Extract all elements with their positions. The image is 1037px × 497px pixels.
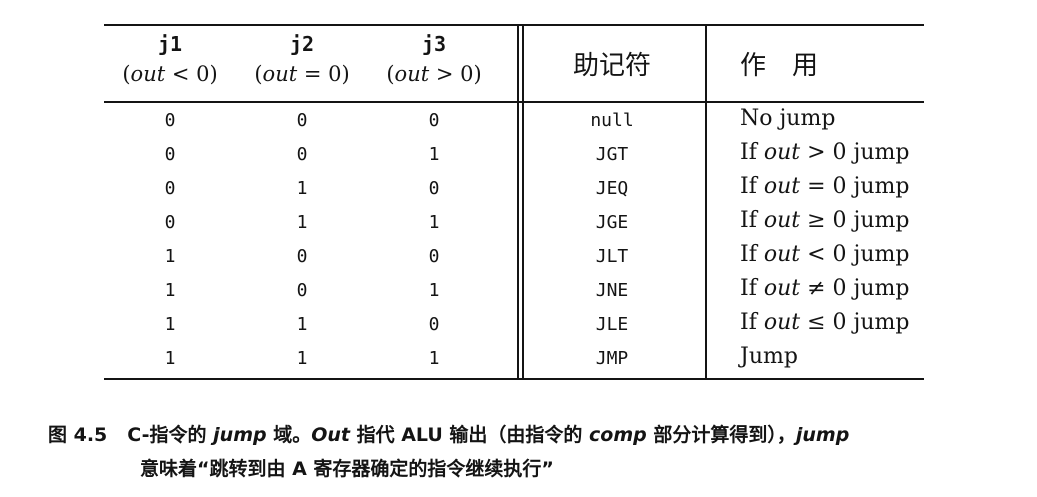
j3-cell: 1 — [428, 280, 440, 301]
header-mnemonic: 助记符 — [572, 51, 652, 81]
effect-cell: If out < 0 jump — [740, 242, 910, 267]
figure-caption-line1: 图 4.5 C-指令的 jump 域。Out 指代 ALU 输出（由指令的 com… — [48, 424, 850, 446]
header-j3-condition: (out > 0) — [386, 62, 482, 86]
j2-cell: 1 — [296, 212, 308, 233]
j1-cell: 0 — [164, 110, 176, 131]
j2-cell: 1 — [296, 348, 308, 369]
j1-cell: 1 — [164, 246, 176, 267]
effect-cell: No jump — [740, 106, 836, 131]
j2-cell: 1 — [296, 178, 308, 199]
mnemonic-cell: JGT — [595, 144, 629, 165]
effect-cell: Jump — [740, 344, 798, 369]
j2-cell: 1 — [296, 314, 308, 335]
figure-label: 图 4.5 — [48, 424, 108, 446]
j2-cell: 0 — [296, 110, 308, 131]
j1-cell: 1 — [164, 314, 176, 335]
j1-cell: 0 — [164, 144, 176, 165]
j1-cell: 1 — [164, 280, 176, 301]
j2-cell: 0 — [296, 144, 308, 165]
mnemonic-cell: JEQ — [595, 178, 629, 199]
header-j2: j2 — [289, 32, 315, 56]
header-j1-condition: (out < 0) — [122, 62, 218, 86]
j3-cell: 0 — [428, 314, 440, 335]
header-effect: 作 用 — [740, 51, 819, 81]
figure-page: j1 (out < 0) j2 (out = 0) j3 (out > 0) 助… — [0, 0, 1037, 497]
mnemonic-cell: JMP — [595, 348, 629, 369]
header-j3: j3 — [421, 32, 447, 56]
effect-cell: If out ≥ 0 jump — [740, 208, 910, 233]
effect-cell: If out = 0 jump — [740, 174, 910, 199]
j3-cell: 1 — [428, 348, 440, 369]
j2-cell: 0 — [296, 246, 308, 267]
j2-cell: 0 — [296, 280, 308, 301]
figure-caption-line2: 意味着“跳转到由 A 寄存器确定的指令继续执行” — [140, 458, 554, 480]
header-j1: j1 — [157, 32, 183, 56]
j3-cell: 1 — [428, 144, 440, 165]
effect-cell: If out ≠ 0 jump — [740, 276, 910, 301]
j3-cell: 0 — [428, 178, 440, 199]
mnemonic-cell: JLE — [595, 314, 629, 335]
header-bottom-rule — [104, 101, 924, 103]
j3-cell: 1 — [428, 212, 440, 233]
mnemonic-cell: JGE — [595, 212, 629, 233]
j1-cell: 1 — [164, 348, 176, 369]
double-rule-right — [522, 24, 524, 380]
j1-cell: 0 — [164, 212, 176, 233]
effect-cell: If out ≤ 0 jump — [740, 310, 910, 335]
j3-cell: 0 — [428, 246, 440, 267]
mnemonic-cell: JLT — [595, 246, 629, 267]
table-top-rule — [104, 24, 924, 26]
header-j2-condition: (out = 0) — [254, 62, 350, 86]
effect-cell: If out > 0 jump — [740, 140, 910, 165]
table-bottom-rule — [104, 378, 924, 380]
mnemonic-cell: JNE — [595, 280, 629, 301]
double-rule-left — [517, 24, 519, 380]
column-rule — [705, 24, 707, 380]
j1-cell: 0 — [164, 178, 176, 199]
j3-cell: 0 — [428, 110, 440, 131]
mnemonic-cell: null — [590, 110, 634, 131]
